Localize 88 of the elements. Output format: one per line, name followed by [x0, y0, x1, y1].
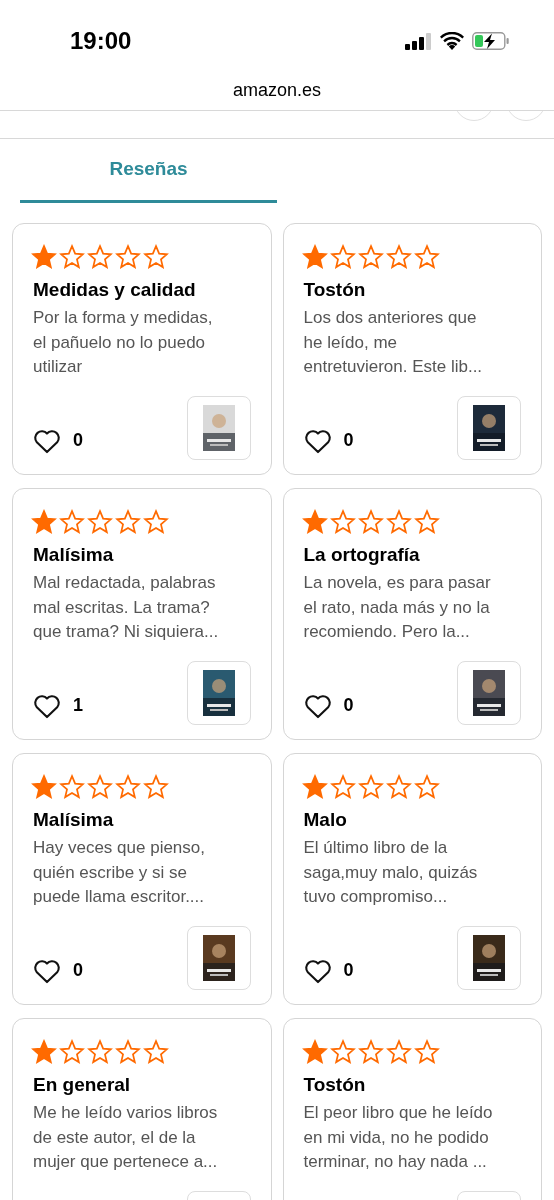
- review-card[interactable]: En general Me he leído varios libros de este autor, el de la mujer que pertenece a...: [12, 1018, 272, 1200]
- review-title: Tostón: [303, 278, 367, 302]
- star-icon: [329, 244, 356, 270]
- star-icon: [385, 774, 412, 800]
- star-icon: [301, 509, 328, 535]
- star-icon: [143, 244, 169, 270]
- like-count: 0: [343, 694, 354, 717]
- star-icon: [301, 774, 328, 800]
- star-icon: [59, 774, 85, 800]
- review-text: Hay veces que pienso, quién escribe y si se puede llama escritor....: [33, 837, 206, 908]
- review-title: Malo: [303, 808, 348, 832]
- review-text: Por la forma y medidas, el pañuelo no lo puedo utilizar: [33, 307, 214, 378]
- star-icon: [31, 244, 57, 270]
- heart-icon[interactable]: [33, 692, 61, 719]
- star-icon: [357, 1039, 384, 1065]
- star-icon: [115, 509, 141, 535]
- heart-icon[interactable]: [303, 427, 332, 454]
- review-text: El último libro de la saga,muy malo, quizás tuvo compromiso...: [303, 837, 479, 908]
- review-title: En general: [33, 1073, 132, 1097]
- product-thumbnail[interactable]: [457, 926, 521, 990]
- review-title: Malísima: [33, 808, 115, 832]
- star-icon: [301, 244, 328, 270]
- review-card[interactable]: Tostón Los dos anteriores que he leído, me entretuvieron. Este lib... 0: [282, 223, 542, 475]
- review-text: Mal redactada, palabras mal escritas. La trama? que trama? Ni siquiera...: [33, 572, 220, 643]
- battery-icon: [472, 32, 510, 50]
- star-icon: [413, 774, 440, 800]
- heart-icon[interactable]: [303, 692, 332, 719]
- heart-icon[interactable]: [33, 427, 61, 454]
- review-card[interactable]: La ortografía La novela, es para pasar el rato, nada más y no la recomiendo. Pero la... 0: [282, 488, 542, 740]
- star-icon: [115, 1039, 141, 1065]
- tab[interactable]: Reseñas: [20, 139, 277, 203]
- review-card[interactable]: Tostón El peor libro que he leído en mi vida, no he podido terminar, no hay nada ...: [282, 1018, 542, 1200]
- star-icon: [357, 509, 384, 535]
- like-count: 0: [73, 959, 83, 982]
- product-thumbnail[interactable]: [186, 661, 251, 725]
- star-icon: [59, 509, 85, 535]
- star-icon: [87, 509, 113, 535]
- star-icon: [143, 509, 169, 535]
- review-title: Malísima: [33, 543, 115, 567]
- star-icon: [31, 774, 57, 800]
- star-icon: [329, 509, 356, 535]
- star-icon: [385, 1039, 412, 1065]
- review-title: La ortografía: [303, 543, 421, 567]
- status-time: 19:00: [70, 26, 132, 56]
- star-icon: [31, 1039, 57, 1065]
- star-icon: [385, 509, 412, 535]
- star-icon: [413, 509, 440, 535]
- review-card[interactable]: Malísima Hay veces que pienso, quién escribe y si se puede llama escritor.... 0: [12, 753, 272, 1005]
- review-title: Medidas y calidad: [33, 278, 197, 302]
- star-icon: [385, 244, 412, 270]
- star-icon: [413, 244, 440, 270]
- url-text[interactable]: amazon.es: [232, 76, 322, 104]
- like-count: 0: [343, 429, 354, 452]
- review-card[interactable]: Medidas y calidad Por la forma y medidas, el pañuelo no lo puedo utilizar 0: [12, 223, 272, 475]
- signal-icon: [405, 32, 432, 50]
- star-icon: [301, 1039, 328, 1065]
- star-icon: [59, 244, 85, 270]
- star-icon: [87, 1039, 113, 1065]
- star-icon: [31, 509, 57, 535]
- product-thumbnail[interactable]: [186, 396, 251, 460]
- star-icon: [329, 1039, 356, 1065]
- product-thumbnail[interactable]: [457, 661, 521, 725]
- review-text: La novela, es para pasar el rato, nada más y no la recomiendo. Pero la...: [303, 572, 492, 643]
- star-icon: [115, 244, 141, 270]
- like-count: 1: [73, 694, 83, 717]
- like-count: 0: [343, 959, 354, 982]
- review-text: Los dos anteriores que he leído, me entretuvieron. Este lib...: [303, 307, 484, 378]
- heart-icon[interactable]: [303, 957, 332, 984]
- product-thumbnail[interactable]: [186, 926, 251, 990]
- heart-icon[interactable]: [33, 957, 61, 984]
- like-count: 0: [73, 429, 83, 452]
- star-icon: [59, 1039, 85, 1065]
- review-title: Tostón: [303, 1073, 367, 1097]
- star-icon: [115, 774, 141, 800]
- review-card[interactable]: Malísima Mal redactada, palabras mal escritas. La trama? que trama? Ni siquiera... 1: [12, 488, 272, 740]
- star-icon: [143, 1039, 169, 1065]
- review-card[interactable]: Malo El último libro de la saga,muy malo, quizás tuvo compromiso... 0: [282, 753, 542, 1005]
- review-text: Me he leído varios libros de este autor, el de la mujer que pertenece a...: [33, 1102, 219, 1173]
- star-icon: [357, 774, 384, 800]
- star-icon: [357, 244, 384, 270]
- star-icon: [143, 774, 169, 800]
- product-thumbnail[interactable]: [457, 396, 521, 460]
- star-icon: [87, 774, 113, 800]
- star-icon: [87, 244, 113, 270]
- wifi-icon: [440, 32, 464, 50]
- star-icon: [329, 774, 356, 800]
- review-text: El peor libro que he leído en mi vida, no he podido terminar, no hay nada ...: [303, 1102, 494, 1173]
- star-icon: [413, 1039, 440, 1065]
